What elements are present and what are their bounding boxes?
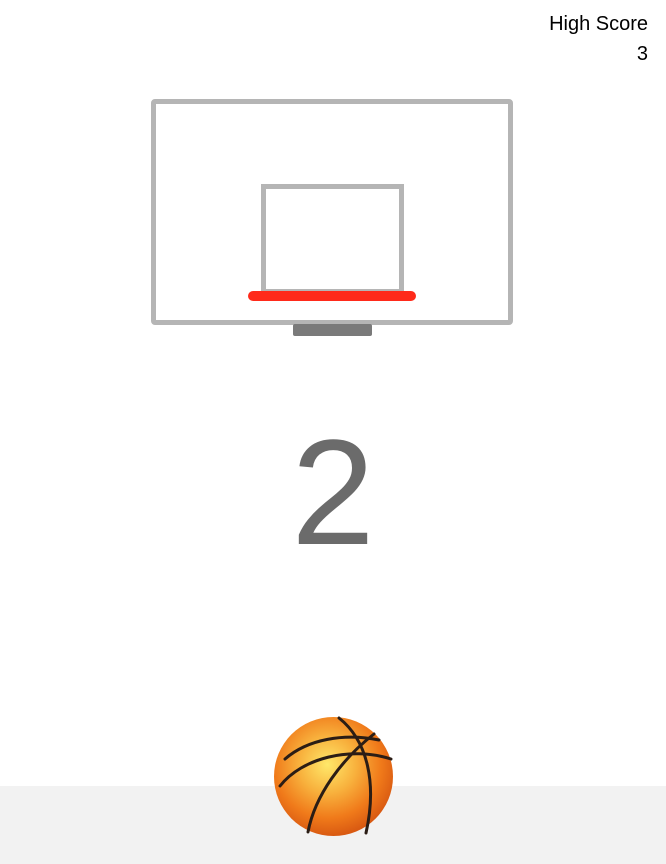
high-score-label: High Score: [549, 13, 648, 35]
high-score-panel: High Score 3: [549, 9, 648, 69]
backboard-target-box: [261, 184, 404, 294]
backboard-mount: [293, 324, 372, 336]
current-score: 2: [291, 408, 375, 576]
basketball[interactable]: [273, 716, 394, 837]
hoop-rim: [248, 291, 416, 301]
high-score-value: 3: [636, 43, 648, 65]
basketball-icon: [274, 716, 393, 836]
